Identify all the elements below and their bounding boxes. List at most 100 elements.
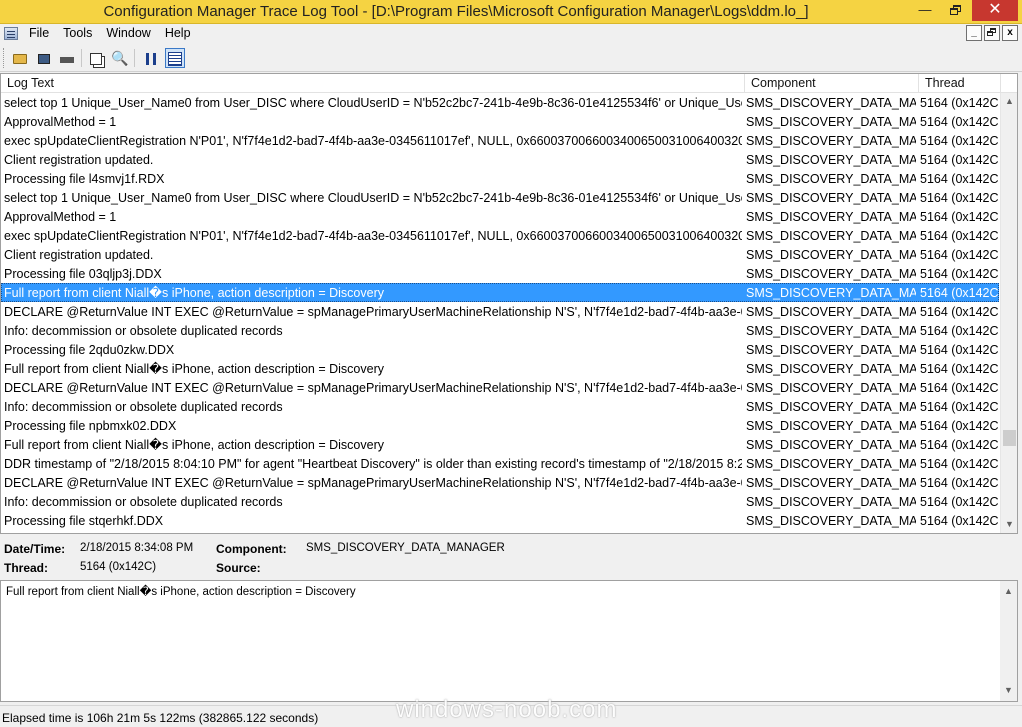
child-window-controls: _ x — [964, 25, 1018, 41]
menu-file[interactable]: File — [22, 26, 56, 41]
log-text-cell: Processing file stqerhkf.DDX — [4, 514, 164, 528]
log-text-cell: Full report from client Niall�s iPhone, … — [4, 362, 384, 376]
scroll-thumb[interactable] — [1003, 429, 1016, 446]
column-header-log-text[interactable]: Log Text — [1, 74, 745, 93]
message-textbox[interactable]: Full report from client Niall�s iPhone, … — [0, 580, 1018, 702]
log-row[interactable]: Info: decommission or obsolete duplicate… — [1, 492, 999, 511]
log-row[interactable]: Processing file stqerhkf.DDX SMS_DISCOVER… — [1, 511, 999, 530]
component-cell: SMS_DISCOVERY_DATA_MANAGER — [746, 476, 916, 490]
print-button[interactable] — [57, 48, 77, 68]
thread-cell: 5164 (0x142C) — [920, 419, 998, 433]
log-row[interactable]: DECLARE @ReturnValue INT EXEC @ReturnVal… — [1, 378, 999, 397]
log-text-cell: Processing file npbmxk02.DDX — [4, 419, 177, 433]
thread-cell: 5164 (0x142C) — [920, 400, 998, 414]
thread-cell: 5164 (0x142C) — [920, 229, 998, 243]
log-row[interactable]: Full report from client Niall�s iPhone, … — [1, 359, 999, 378]
message-scrollbar[interactable]: ▲ ▼ — [1000, 581, 1017, 701]
watermark: windows-noob.com — [396, 696, 618, 723]
log-scrollbar[interactable]: ▲ ▼ — [1000, 93, 1017, 533]
component-cell: SMS_DISCOVERY_DATA_MANAGER — [746, 400, 916, 414]
close-button[interactable]: ✕ — [972, 0, 1018, 21]
log-row[interactable]: ApprovalMethod = 1 SMS_DISCOVERY_DATA_MAN… — [1, 112, 999, 131]
component-cell: SMS_DISCOVERY_DATA_MANAGER — [746, 514, 916, 528]
log-row[interactable]: DDR timestamp of "2/18/2015 8:04:10 PM" … — [1, 454, 999, 473]
column-header-thread[interactable]: Thread — [919, 74, 1001, 93]
message-scroll-up-icon[interactable]: ▲ — [1000, 583, 1017, 600]
menu-help[interactable]: Help — [158, 26, 198, 41]
open-button[interactable] — [10, 48, 30, 68]
component-cell: SMS_DISCOVERY_DATA_MANAGER — [746, 438, 916, 452]
log-row[interactable]: Processing file 03qljp3j.DDX SMS_DISCOVER… — [1, 264, 999, 283]
column-header: Log Text Component Thread — [1, 74, 1017, 93]
message-text: Full report from client Niall�s iPhone, … — [6, 586, 356, 598]
thread-cell: 5164 (0x142C) — [920, 115, 998, 129]
log-row[interactable]: Processing file l4smvj1f.RDX SMS_DISCOVER… — [1, 169, 999, 188]
app-document-icon[interactable] — [4, 27, 18, 40]
find-button[interactable]: 🔍 — [110, 48, 130, 68]
log-text-cell: Full report from client Niall�s iPhone, … — [4, 286, 384, 300]
toolbar-separator — [134, 49, 135, 67]
log-row[interactable]: Full report from client Niall�s iPhone, … — [1, 283, 999, 302]
log-row[interactable]: DECLARE @ReturnValue INT EXEC @ReturnVal… — [1, 473, 999, 492]
minimize-button[interactable]: — — [910, 0, 940, 21]
thread-cell: 5164 (0x142C) — [920, 514, 998, 528]
window-controls: — ✕ — [909, 0, 1018, 21]
menu-window[interactable]: Window — [99, 26, 157, 41]
log-row[interactable]: Info: decommission or obsolete duplicate… — [1, 397, 999, 416]
log-text-cell: Full report from client Niall�s iPhone, … — [4, 438, 384, 452]
datetime-label: Date/Time: — [4, 542, 66, 556]
column-header-component[interactable]: Component — [745, 74, 919, 93]
log-row[interactable]: exec spUpdateClientRegistration N'P01', … — [1, 131, 999, 150]
open-remote-icon — [38, 53, 50, 64]
log-text-cell: select top 1 Unique_User_Name0 from User… — [4, 96, 742, 110]
log-row[interactable]: Info: decommission or obsolete duplicate… — [1, 321, 999, 340]
log-row[interactable]: Full report from client Niall�s iPhone, … — [1, 435, 999, 454]
window-title: Configuration Manager Trace Log Tool - [… — [103, 3, 809, 20]
component-cell: SMS_DISCOVERY_DATA_MANAGER — [746, 343, 916, 357]
component-cell: SMS_DISCOVERY_DATA_MANAGER — [746, 381, 916, 395]
component-cell: SMS_DISCOVERY_DATA_MANAGER — [746, 115, 916, 129]
menu-tools[interactable]: Tools — [56, 26, 99, 41]
log-list[interactable]: Log Text Component Thread select top 1 U… — [0, 73, 1018, 534]
child-minimize-button[interactable]: _ — [966, 25, 982, 41]
child-restore-button[interactable] — [984, 25, 1000, 41]
log-row[interactable]: Processing file 2qdu0zkw.DDX SMS_DISCOVER… — [1, 340, 999, 359]
child-close-button[interactable]: x — [1002, 25, 1018, 41]
pause-button[interactable] — [141, 48, 161, 68]
restore-button[interactable] — [941, 0, 971, 21]
thread-cell: 5164 (0x142C) — [920, 381, 998, 395]
open-remote-button[interactable] — [34, 48, 54, 68]
log-row[interactable]: select top 1 Unique_User_Name0 from User… — [1, 188, 999, 207]
log-row[interactable]: Processing file npbmxk02.DDX SMS_DISCOVER… — [1, 416, 999, 435]
toolbar: 🔍 — [0, 44, 1022, 72]
find-icon: 🔍 — [111, 50, 129, 66]
thread-cell: 5164 (0x142C) — [920, 324, 998, 338]
log-text-cell: Info: decommission or obsolete duplicate… — [4, 324, 283, 338]
thread-cell: 5164 (0x142C) — [920, 495, 998, 509]
scroll-up-arrow-icon[interactable]: ▲ — [1001, 93, 1017, 110]
message-scroll-down-icon[interactable]: ▼ — [1000, 682, 1017, 699]
toolbar-grip[interactable] — [3, 48, 6, 68]
component-cell: SMS_DISCOVERY_DATA_MANAGER — [746, 362, 916, 376]
close-icon: ✕ — [988, 1, 1002, 18]
details-view-button[interactable] — [165, 48, 185, 68]
log-rows: select top 1 Unique_User_Name0 from User… — [1, 93, 999, 530]
thread-cell: 5164 (0x142C) — [920, 153, 998, 167]
details-panel: Date/Time: 2/18/2015 8:34:08 PM Componen… — [0, 536, 1022, 580]
thread-cell: 5164 (0x142C) — [920, 305, 998, 319]
scroll-down-arrow-icon[interactable]: ▼ — [1001, 516, 1017, 533]
log-row[interactable]: ApprovalMethod = 1 SMS_DISCOVERY_DATA_MAN… — [1, 207, 999, 226]
log-row[interactable]: DECLARE @ReturnValue INT EXEC @ReturnVal… — [1, 302, 999, 321]
thread-cell: 5164 (0x142C) — [920, 476, 998, 490]
log-row[interactable]: Client registration updated. SMS_DISCOVER… — [1, 245, 999, 264]
log-row[interactable]: exec spUpdateClientRegistration N'P01', … — [1, 226, 999, 245]
thread-value: 5164 (0x142C) — [80, 561, 157, 573]
pause-icon — [146, 52, 156, 65]
log-text-cell: ApprovalMethod = 1 — [4, 210, 117, 224]
component-cell: SMS_DISCOVERY_DATA_MANAGER — [746, 286, 916, 300]
copy-button[interactable] — [86, 48, 106, 68]
log-row[interactable]: Client registration updated. SMS_DISCOVER… — [1, 150, 999, 169]
thread-cell: 5164 (0x142C) — [920, 134, 998, 148]
log-row[interactable]: select top 1 Unique_User_Name0 from User… — [1, 93, 999, 112]
log-text-cell: exec spUpdateClientRegistration N'P01', … — [4, 134, 742, 148]
